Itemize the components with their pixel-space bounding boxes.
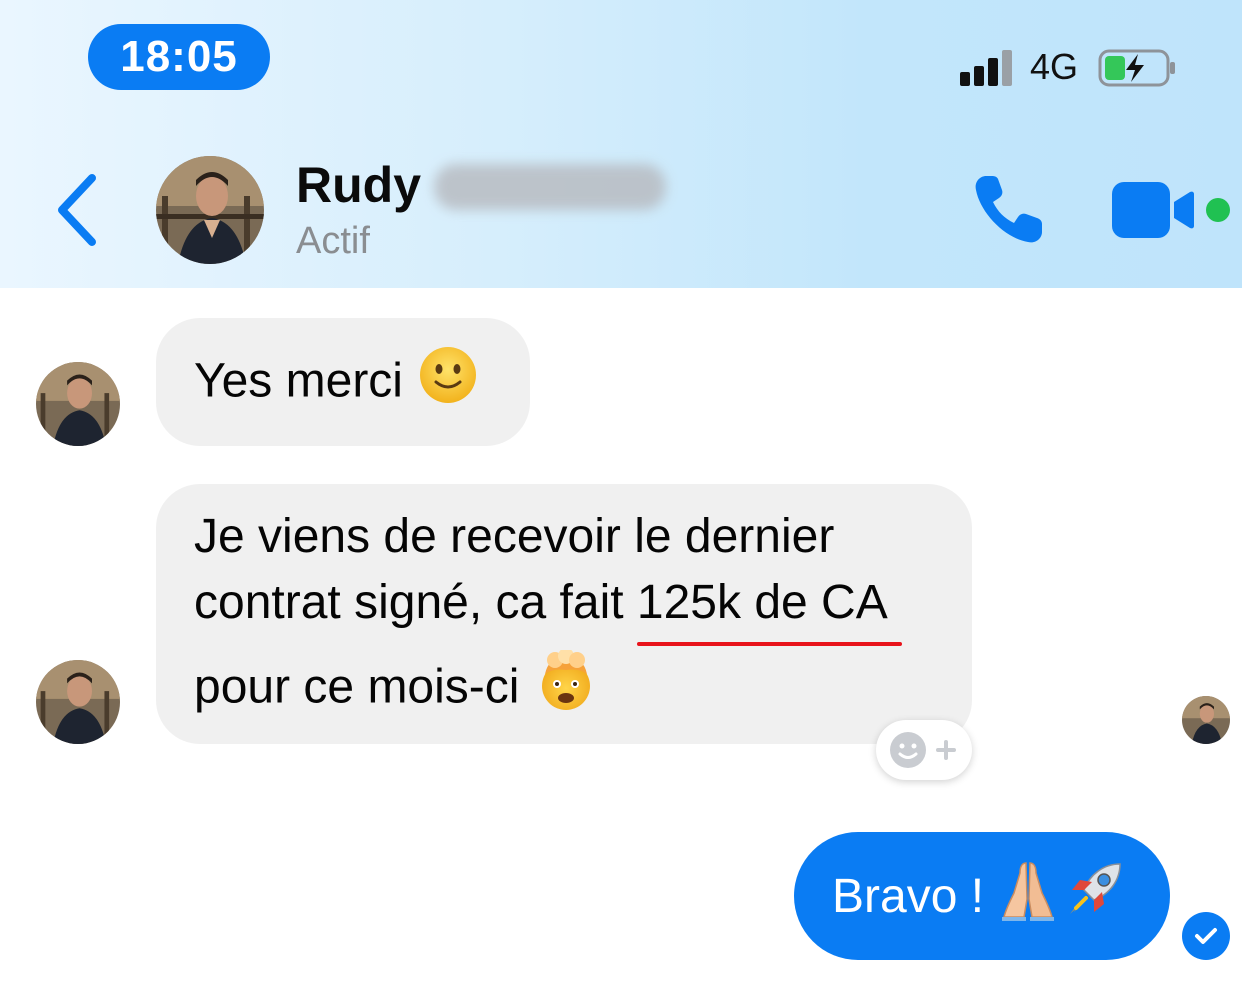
incoming-message[interactable]: Je viens de recevoir le dernier contrat … [156,484,972,744]
contact-status: Actif [296,220,370,262]
network-label: 4G [1030,46,1079,87]
messenger-conversation: 18:05 4G Rudy Actif Yes merci Je viens d… [0,0,1242,1002]
redacted-surname [434,164,666,210]
slightly-smiling-face-icon [419,346,477,422]
message-text: contrat signé, ca fait [194,576,637,629]
signal-icon [960,50,1012,86]
sender-avatar[interactable] [36,362,120,446]
highlighted-revenue: 125k de CA [636,570,902,646]
contact-avatar[interactable] [156,156,264,264]
exploding-head-icon [535,648,597,730]
outgoing-message[interactable]: Bravo ! [794,832,1170,960]
back-chevron-icon[interactable] [52,172,104,248]
incoming-message[interactable]: Yes merci [156,318,530,446]
message-text: pour ce mois-ci [194,660,520,714]
add-reaction-button[interactable] [876,720,972,780]
rocket-icon [1064,860,1124,932]
phone-icon[interactable] [970,172,1046,248]
contact-name: Rudy [296,157,421,213]
add-reaction-icon [890,732,956,768]
read-receipt-avatar [1182,696,1230,744]
message-text-line: Je viens de recevoir le dernier [194,510,835,563]
video-camera-icon[interactable] [1112,180,1196,240]
online-indicator [1206,198,1230,222]
message-text-line: pour ce mois-ci [194,648,972,730]
message-text: Bravo ! [832,869,985,923]
sent-check-icon [1182,912,1230,960]
status-time: 18:05 [88,24,270,90]
folded-hands-icon [1000,859,1056,933]
message-text: Yes merci [194,354,403,408]
message-text-line: contrat signé, ca fait 125k de CA [194,570,972,646]
battery-charging-icon [1098,49,1175,87]
sender-avatar[interactable] [36,660,120,744]
